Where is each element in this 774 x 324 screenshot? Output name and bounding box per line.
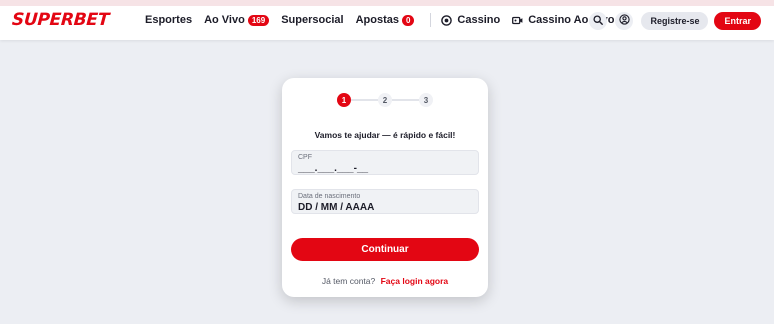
nav-divider (430, 13, 432, 27)
cpf-field[interactable]: CPF ___.___.___-__ (291, 150, 479, 175)
main-nav: Esportes Ao Vivo 169 Supersocial Apostas… (145, 0, 626, 40)
nav-item-label: Apostas (355, 14, 399, 26)
birthdate-label: Data de nascimento (298, 193, 361, 200)
login-prompt: Já tem conta? Faça login agora (282, 276, 488, 286)
step-connector (351, 99, 378, 101)
header-actions: Registre-se Entrar (589, 12, 761, 30)
signup-heading: Vamos te ajudar — é rápido e fácil! (314, 130, 456, 140)
continue-button[interactable]: Continuar (291, 238, 479, 261)
search-icon (593, 12, 604, 30)
step-1-indicator: 1 (337, 93, 351, 107)
birthdate-field[interactable]: Data de nascimento DD / MM / AAAA (291, 189, 479, 214)
cpf-label: CPF (298, 154, 312, 161)
top-navigation-bar: SUPERBET Esportes Ao Vivo 169 Supersocia… (0, 0, 774, 40)
account-button[interactable] (615, 12, 634, 30)
have-account-text: Já tem conta? (321, 276, 376, 286)
login-now-link[interactable]: Faça login agora (381, 276, 449, 286)
nav-item-label: Cassino (457, 14, 501, 26)
login-button[interactable]: Entrar (714, 12, 761, 30)
birthdate-input[interactable]: DD / MM / AAAA (298, 202, 374, 213)
nav-item-label: Esportes (145, 14, 193, 26)
register-button[interactable]: Registre-se (641, 12, 709, 30)
nav-item-supersocial[interactable]: Supersocial (281, 14, 343, 26)
user-circle-icon (619, 12, 630, 30)
step-connector (392, 99, 419, 101)
step-2-indicator: 2 (378, 93, 392, 107)
bets-count-badge: 0 (401, 14, 415, 26)
nav-item-cassino[interactable]: Cassino (441, 14, 500, 26)
nav-item-label: Ao Vivo (204, 14, 245, 26)
signup-card: 1 2 3 Vamos te ajudar — é rápido e fácil… (282, 78, 488, 297)
nav-item-apostas[interactable]: Apostas 0 (356, 14, 415, 26)
nav-item-ao-vivo[interactable]: Ao Vivo 169 (204, 14, 270, 26)
step-3-indicator: 3 (419, 93, 433, 107)
live-count-badge: 169 (247, 14, 270, 26)
signup-stepper: 1 2 3 (337, 93, 433, 107)
nav-item-esportes[interactable]: Esportes (145, 14, 192, 26)
superbet-logo[interactable]: SUPERBET (11, 10, 109, 30)
video-camera-icon (512, 15, 523, 26)
nav-item-label: Supersocial (281, 14, 344, 26)
cpf-input[interactable]: ___.___.___-__ (298, 163, 368, 174)
search-button[interactable] (589, 12, 608, 30)
casino-chip-icon (441, 14, 453, 26)
